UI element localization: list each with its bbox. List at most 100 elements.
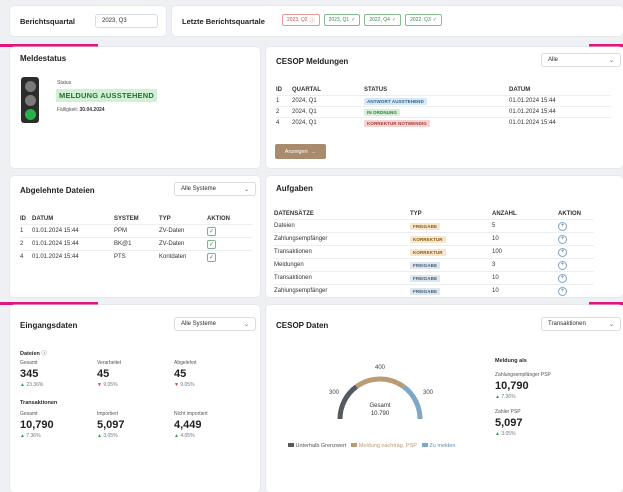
plus-icon[interactable]: + xyxy=(558,273,567,283)
chevron-down-icon: ⌄ xyxy=(608,57,614,64)
plus-icon[interactable]: + xyxy=(558,286,567,296)
column-header: STATUS xyxy=(364,87,388,93)
report-quarter-bar: Berichtsquartal 2023, Q3 xyxy=(10,6,166,36)
type-badge: KORREKTUR xyxy=(410,248,446,256)
gauge-segment xyxy=(401,384,423,420)
table-row: 4 01.01.2024 15:44 PTS Kontdaten ✓ xyxy=(20,250,252,263)
metric-verarbeitet: Verarbeitet 45 ▼ 9.05% xyxy=(97,360,122,388)
quarter-chip[interactable]: 2023, Q2 ⓘ xyxy=(282,14,320,26)
report-quarter-input[interactable]: 2023, Q3 xyxy=(95,14,158,28)
info-icon: ⓘ xyxy=(41,351,47,357)
gauge-center-value: 10.790 xyxy=(371,411,390,417)
gauge-tick-label: 300 xyxy=(423,390,434,396)
system-filter-select[interactable]: Alle Systeme ⌄ xyxy=(174,317,256,331)
arrow-up-icon: ▲ xyxy=(495,394,500,400)
confirm-check-icon[interactable]: ✓ xyxy=(207,226,216,236)
table-row: Zahlungsempfänger FREIGABE 10 + xyxy=(274,284,594,297)
column-header: DATUM xyxy=(32,216,54,222)
check-icon: ✓ xyxy=(391,17,397,23)
column-header: QUARTAL xyxy=(292,87,321,93)
chevron-down-icon: ⌄ xyxy=(608,321,614,328)
gauge-segment xyxy=(355,376,405,389)
show-button[interactable]: Anzeigen → xyxy=(275,144,326,159)
warning-icon: ⓘ xyxy=(309,17,315,24)
report-quarter-label: Berichtsquartal xyxy=(20,17,76,26)
arrow-up-icon: ▲ xyxy=(174,433,179,439)
table-row: Zahlungsempfänger KORREKTUR 10 + xyxy=(274,232,594,246)
status-badge: IN ORDNUNG xyxy=(364,108,400,116)
column-header: ID xyxy=(20,216,26,222)
quarter-chip-list: 2023, Q2 ⓘ 2023, Q1 ✓ 2022, Q4 ✓ 2022, Q3 ✓ xyxy=(282,14,446,26)
type-badge: FREIGABE xyxy=(410,222,441,230)
gauge-tick-label: 300 xyxy=(329,390,340,396)
table-row: Transaktionen FREIGABE 10 + xyxy=(274,271,594,285)
quarter-chip[interactable]: 2022, Q3 ✓ xyxy=(405,14,442,26)
table-row: Transaktionen KORREKTUR 100 + xyxy=(274,245,594,259)
table-row[interactable]: 2 2024, Q1 IN ORDNUNG 01.01.2024 15:44 xyxy=(276,106,611,118)
abgelehnte-dateien-card: Abgelehnte Dateien Alle Systeme ⌄ ID DATU… xyxy=(10,176,260,297)
column-header: DATENSÄTZE xyxy=(274,211,314,217)
arrow-down-icon: ▼ xyxy=(97,382,102,388)
table-row[interactable]: 1 2024, Q1 ANTWORT AUSSTEHEND 01.01.2024… xyxy=(276,95,611,107)
arrow-up-icon: ▲ xyxy=(20,382,25,388)
type-badge: FREIGABE xyxy=(410,274,441,282)
gauge-center-label: Gesamt xyxy=(369,403,390,409)
metric-gesamt-dateien: Gesamt 345 ▲ 23.36% xyxy=(20,360,44,388)
card-title: CESOP Meldungen xyxy=(276,57,349,66)
metric-importiert: Importiert 5,097 ▲ 3.05% xyxy=(97,411,125,439)
quarter-chip[interactable]: 2022, Q4 ✓ xyxy=(364,14,402,26)
section-title: Transaktionen xyxy=(20,400,58,406)
arrow-down-icon: ▼ xyxy=(174,382,179,388)
column-header: TYP xyxy=(159,216,171,222)
arrow-up-icon: ▲ xyxy=(97,433,102,439)
report-quarter-value: 2023, Q3 xyxy=(102,18,127,24)
metric-zahler-psp: Zahler PSP 5,097 ▲ 3.05% xyxy=(495,409,523,437)
legend-item: Meldung nachträg. PSP xyxy=(351,443,417,449)
confirm-check-icon[interactable]: ✓ xyxy=(207,239,216,249)
arrow-right-icon: → xyxy=(310,148,317,155)
plus-icon[interactable]: + xyxy=(558,221,567,231)
confirm-check-icon[interactable]: ✓ xyxy=(207,252,216,262)
last-quarters-bar: Letzte Berichtsquartale 2023, Q2 ⓘ 2023, … xyxy=(172,6,623,36)
gauge-chart: 300 400 300 Gesamt 10.790 xyxy=(329,365,434,420)
card-title: CESOP Daten xyxy=(276,321,329,330)
data-type-select[interactable]: Transaktionen ⌄ xyxy=(541,317,621,331)
aufgaben-card: Aufgaben DATENSÄTZE TYP ANZAHL AKTION Da… xyxy=(266,176,623,297)
meldungen-table: ID QUARTAL STATUS DATUM 1 2024, Q1 ANTWO… xyxy=(276,85,611,128)
plus-icon[interactable]: + xyxy=(558,234,567,244)
plus-icon[interactable]: + xyxy=(558,260,567,270)
type-badge: KORREKTUR xyxy=(410,235,446,243)
due-date: Fälligkeit: 30.04.2024 xyxy=(57,107,105,113)
chevron-down-icon: ⌄ xyxy=(243,186,249,193)
table-row: 2 01.01.2024 15:44 BK@1 ZV-Daten ✓ xyxy=(20,237,252,251)
metric-nicht-importiert: Nicht importiert 4,449 ▲ 4.05% xyxy=(174,411,208,439)
traffic-light-icon xyxy=(21,77,39,123)
system-filter-select[interactable]: Alle Systeme ⌄ xyxy=(174,182,256,196)
check-icon: ✓ xyxy=(432,17,437,23)
column-header: AKTION xyxy=(207,216,230,222)
column-header: ANZAHL xyxy=(492,211,517,217)
column-header: TYP xyxy=(410,211,422,217)
table-row: 1 01.01.2024 15:44 PPM ZV-Daten ✓ xyxy=(20,224,252,238)
status-badge: KORREKTUR NOTWENDIG xyxy=(364,119,430,127)
chevron-down-icon: ⌄ xyxy=(243,321,249,328)
arrow-up-icon: ▲ xyxy=(20,433,25,439)
rejected-files-table: ID DATUM SYSTEM TYP AKTION 1 01.01.2024 … xyxy=(20,214,252,263)
column-header: DATUM xyxy=(509,87,531,93)
column-header: ID xyxy=(276,87,282,93)
table-row[interactable]: 4 2024, Q1 KORREKTUR NOTWENDIG 01.01.202… xyxy=(276,117,611,128)
status-label: Status xyxy=(57,80,72,86)
table-row: Meldungen FREIGABE 3 + xyxy=(274,258,594,272)
quarter-chip[interactable]: 2023, Q1 ✓ xyxy=(323,14,361,26)
card-title: Meldestatus xyxy=(20,54,67,63)
check-icon: ✓ xyxy=(351,17,356,23)
metric-gesamt-transaktionen: Gesamt 10,790 ▲ 7.36% xyxy=(20,411,54,439)
status-filter-select[interactable]: Alle ⌄ xyxy=(541,53,621,67)
metric-zahlungsempfaenger-psp: Zahlungsempfänger PSP 10,790 ▲ 7.36% xyxy=(495,372,551,400)
plus-icon[interactable]: + xyxy=(558,247,567,257)
table-row: Dateien FREIGABE 5 + xyxy=(274,219,594,233)
gauge-tick-label: 400 xyxy=(375,365,386,371)
eingangsdaten-card: Eingangsdaten Alle Systeme ⌄ Dateien ⓘ Ge… xyxy=(10,305,260,492)
column-header: AKTION xyxy=(558,211,581,217)
arrow-up-icon: ▲ xyxy=(495,431,500,437)
